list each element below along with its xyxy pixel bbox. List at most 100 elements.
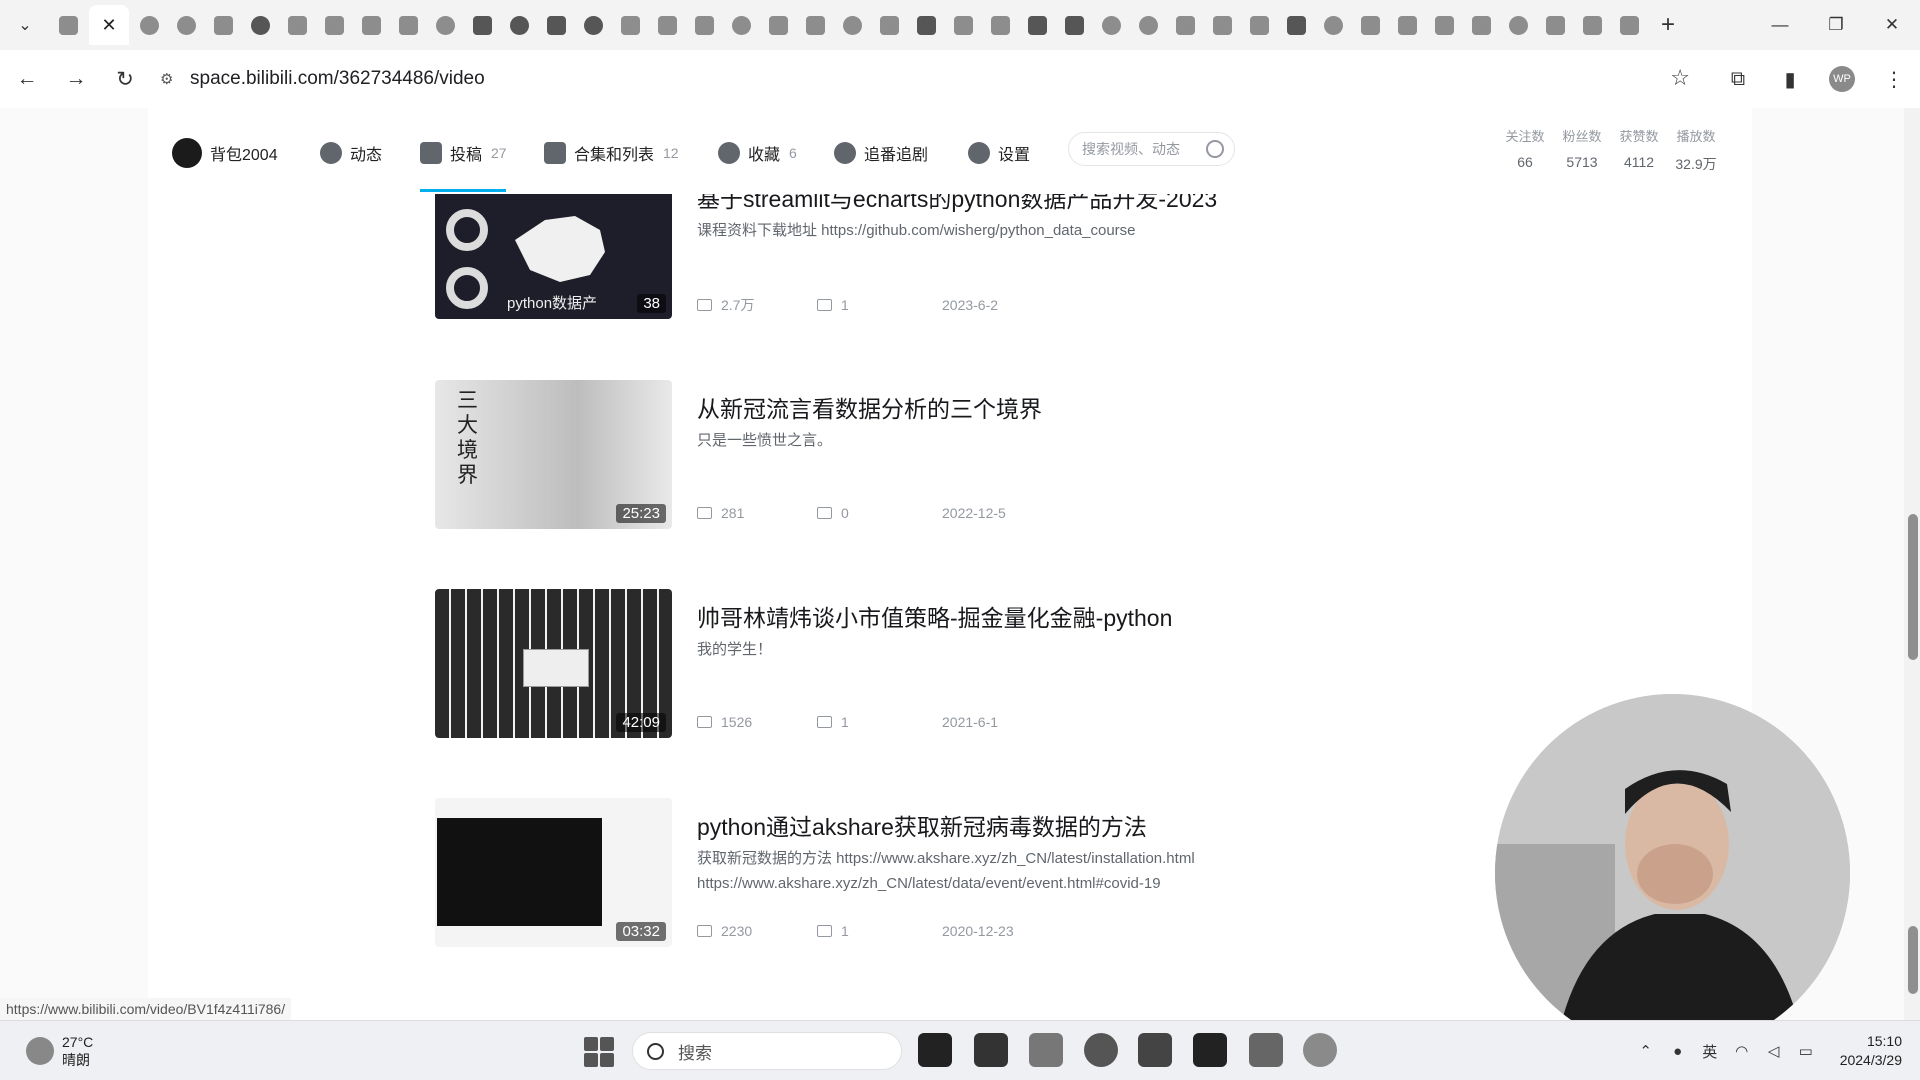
tab-favicon-icon[interactable] bbox=[279, 0, 316, 50]
chrome-icon[interactable] bbox=[1084, 1033, 1118, 1067]
tab-favicon-icon[interactable] bbox=[1426, 0, 1463, 50]
scrollbar-thumb[interactable] bbox=[1908, 514, 1918, 660]
tab-favicon-icon[interactable] bbox=[1278, 0, 1315, 50]
network-icon[interactable]: ◠ bbox=[1726, 1042, 1758, 1060]
tab-favicon-icon[interactable] bbox=[686, 0, 723, 50]
tab-favicon-icon[interactable] bbox=[1463, 0, 1500, 50]
minimize-icon[interactable]: — bbox=[1752, 0, 1808, 50]
side-panel-icon[interactable]: ▮ bbox=[1764, 67, 1816, 92]
search-icon[interactable] bbox=[1206, 140, 1224, 158]
tab-favicon-icon[interactable] bbox=[1204, 0, 1241, 50]
profile-avatar[interactable]: WP bbox=[1829, 66, 1855, 92]
tab-cloud-icon[interactable] bbox=[1130, 0, 1167, 50]
tab-github-icon[interactable] bbox=[242, 0, 279, 50]
weather-widget[interactable]: 27°C 晴朗 bbox=[26, 1033, 93, 1069]
tab-favicon-icon[interactable] bbox=[1611, 0, 1648, 50]
wps-icon[interactable] bbox=[1249, 1033, 1283, 1067]
page-scrollbar[interactable] bbox=[1904, 108, 1920, 1020]
taskbar-app-icon[interactable] bbox=[918, 1033, 952, 1067]
tab-favicon-icon[interactable] bbox=[131, 0, 168, 50]
tab-favicon-icon[interactable] bbox=[1389, 0, 1426, 50]
tab-favicon-icon[interactable] bbox=[538, 0, 575, 50]
tab-favicon-icon[interactable] bbox=[1500, 0, 1537, 50]
tab-favicon-icon[interactable] bbox=[760, 0, 797, 50]
taskbar-search-input[interactable]: 搜索 bbox=[632, 1032, 902, 1070]
taskbar-app-icon[interactable] bbox=[974, 1033, 1008, 1067]
tab-favicon-icon[interactable] bbox=[723, 0, 760, 50]
taskbar-clock[interactable]: 15:10 2024/3/29 bbox=[1840, 1032, 1902, 1070]
video-thumbnail[interactable]: 三大境界 25:23 bbox=[435, 380, 672, 529]
tab-github-icon[interactable] bbox=[501, 0, 538, 50]
forward-arrow-icon[interactable]: → bbox=[54, 57, 98, 101]
tab-bangumi[interactable]: 追番追剧 bbox=[834, 138, 928, 168]
tab-search-chevron-icon[interactable]: ⌄ bbox=[0, 0, 50, 50]
video-item[interactable]: 三大境界 25:23 从新冠流言看数据分析的三个境界 只是一些愤世之言。 281… bbox=[435, 380, 1535, 530]
tab-favicon-icon[interactable] bbox=[353, 0, 390, 50]
volume-icon[interactable]: ◁ bbox=[1758, 1042, 1790, 1060]
microphone-icon[interactable]: ● bbox=[1662, 1043, 1694, 1060]
tab-favicon-icon[interactable] bbox=[834, 0, 871, 50]
address-bar[interactable]: ⚙ space.bilibili.com/362734486/video ☆ bbox=[152, 57, 1702, 101]
tab-favicon-icon[interactable] bbox=[871, 0, 908, 50]
tab-cloud-icon[interactable] bbox=[1093, 0, 1130, 50]
user-home-link[interactable]: 背包2004 bbox=[172, 138, 278, 168]
tab-favicon-icon[interactable] bbox=[50, 0, 87, 50]
tab-favorites[interactable]: 收藏 6 bbox=[718, 138, 797, 168]
chevron-up-icon[interactable]: ⌃ bbox=[1630, 1042, 1662, 1060]
tab-favicon-icon[interactable] bbox=[575, 0, 612, 50]
tab-favicon-icon[interactable] bbox=[945, 0, 982, 50]
site-info-icon[interactable]: ⚙ bbox=[160, 70, 190, 88]
tab-favicon-icon[interactable] bbox=[1574, 0, 1611, 50]
terminal-icon[interactable] bbox=[1193, 1033, 1227, 1067]
recorder-icon[interactable] bbox=[1303, 1033, 1337, 1067]
battery-icon[interactable]: ▭ bbox=[1790, 1042, 1822, 1060]
tab-favicon-icon[interactable] bbox=[908, 0, 945, 50]
tab-dynamics[interactable]: 动态 bbox=[320, 138, 382, 168]
video-title[interactable]: python通过akshare获取新冠病毒数据的方法 bbox=[697, 808, 1147, 842]
taskbar-app-icon[interactable] bbox=[1138, 1033, 1172, 1067]
tab-favicon-icon[interactable] bbox=[797, 0, 834, 50]
video-title[interactable]: 帅哥林靖炜谈小市值策略-掘金量化金融-python bbox=[697, 599, 1172, 633]
tab-settings[interactable]: 设置 bbox=[968, 138, 1030, 168]
tab-favicon-icon[interactable] bbox=[1315, 0, 1352, 50]
tab-favicon-icon[interactable] bbox=[168, 0, 205, 50]
close-window-icon[interactable]: ✕ bbox=[1864, 0, 1920, 50]
tab-collections[interactable]: 合集和列表 12 bbox=[544, 138, 679, 168]
reload-icon[interactable]: ↻ bbox=[103, 57, 147, 101]
bookmark-star-icon[interactable]: ☆ bbox=[1670, 65, 1690, 91]
new-tab-button[interactable]: + bbox=[1648, 0, 1688, 50]
video-title[interactable]: 基于streamlit与echarts的python数据产品开发-2023 bbox=[697, 194, 1217, 214]
file-explorer-icon[interactable] bbox=[1029, 1033, 1063, 1067]
scrollbar-thumb[interactable] bbox=[1908, 926, 1918, 994]
tab-favicon-icon[interactable] bbox=[649, 0, 686, 50]
url-text[interactable]: space.bilibili.com/362734486/video bbox=[190, 68, 485, 90]
tab-favicon-icon[interactable] bbox=[464, 0, 501, 50]
space-search-input[interactable]: 搜索视频、动态 bbox=[1068, 132, 1235, 166]
tab-favicon-icon[interactable] bbox=[1352, 0, 1389, 50]
tab-favicon-icon[interactable] bbox=[316, 0, 353, 50]
tab-favicon-icon[interactable] bbox=[1167, 0, 1204, 50]
back-arrow-icon[interactable]: ← bbox=[5, 57, 49, 101]
restore-icon[interactable]: ❐ bbox=[1808, 0, 1864, 50]
video-item[interactable]: python数据产 38 基于streamlit与echarts的python数… bbox=[435, 194, 1535, 320]
tab-favicon-icon[interactable] bbox=[1241, 0, 1278, 50]
video-title[interactable]: 从新冠流言看数据分析的三个境界 bbox=[697, 390, 1042, 424]
active-tab-close-icon[interactable]: ✕ bbox=[89, 5, 129, 45]
browser-menu-icon[interactable]: ⋮ bbox=[1868, 67, 1920, 92]
tab-favicon-icon[interactable] bbox=[205, 0, 242, 50]
stat-following[interactable]: 关注数 66 bbox=[1497, 126, 1553, 170]
tab-favicon-icon[interactable] bbox=[982, 0, 1019, 50]
tab-favicon-icon[interactable] bbox=[1056, 0, 1093, 50]
video-item[interactable]: 42:09 帅哥林靖炜谈小市值策略-掘金量化金融-python 我的学生！ 15… bbox=[435, 589, 1535, 739]
tab-favicon-icon[interactable] bbox=[427, 0, 464, 50]
start-button[interactable] bbox=[584, 1037, 614, 1067]
video-thumbnail[interactable]: python数据产 38 bbox=[435, 194, 672, 319]
tab-favicon-icon[interactable] bbox=[1537, 0, 1574, 50]
video-thumbnail[interactable]: 42:09 bbox=[435, 589, 672, 738]
video-thumbnail[interactable]: 03:32 bbox=[435, 798, 672, 947]
input-method-icon[interactable]: 英 bbox=[1694, 1041, 1726, 1062]
video-item[interactable]: 03:32 python通过akshare获取新冠病毒数据的方法 获取新冠数据的… bbox=[435, 798, 1535, 948]
tab-favicon-icon[interactable] bbox=[1019, 0, 1056, 50]
extensions-icon[interactable]: ⧉ bbox=[1712, 68, 1764, 91]
tab-favicon-icon[interactable] bbox=[612, 0, 649, 50]
